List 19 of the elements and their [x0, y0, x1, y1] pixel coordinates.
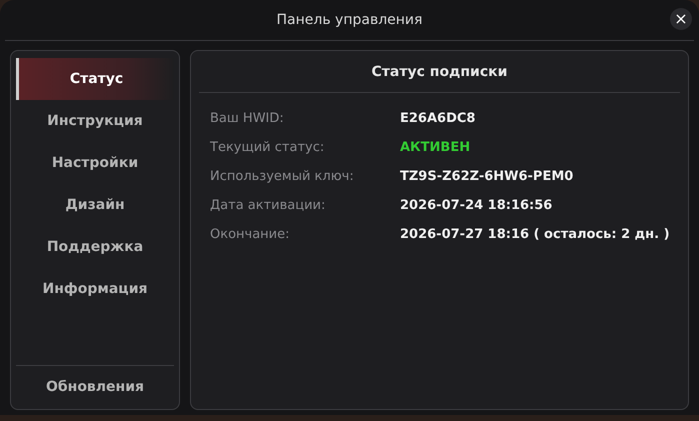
field-value: TZ9S-Z62Z-6HW6-PEM0 [400, 168, 574, 186]
field-label: Используемый ключ: [210, 168, 355, 186]
sidebar-item[interactable]: Информация [16, 268, 174, 310]
field-value: 2026-07-27 18:16 ( осталось: 2 дн. ) [400, 226, 670, 244]
sidebar-item[interactable]: Дизайн [16, 184, 174, 226]
sidebar-item[interactable]: Поддержка [16, 226, 174, 268]
field-value: АКТИВЕН [400, 138, 470, 157]
window-title: Панель управления [276, 10, 422, 30]
sidebar-item[interactable]: Инструкция [16, 100, 174, 142]
close-button[interactable]: × [670, 8, 692, 30]
sidebar-item[interactable]: Обновления [16, 366, 174, 408]
field-value: 2026-07-24 18:16:56 [400, 196, 552, 215]
field-label: Дата активации: [210, 196, 326, 215]
field-label: Ваш HWID: [210, 110, 285, 128]
field-value: E26A6DC8 [400, 110, 476, 128]
sidebar-item[interactable]: Настройки [16, 142, 174, 184]
field-label: Окончание: [210, 226, 291, 244]
panel-title: Статус подписки [372, 63, 508, 82]
field-label: Текущий статус: [210, 138, 326, 157]
